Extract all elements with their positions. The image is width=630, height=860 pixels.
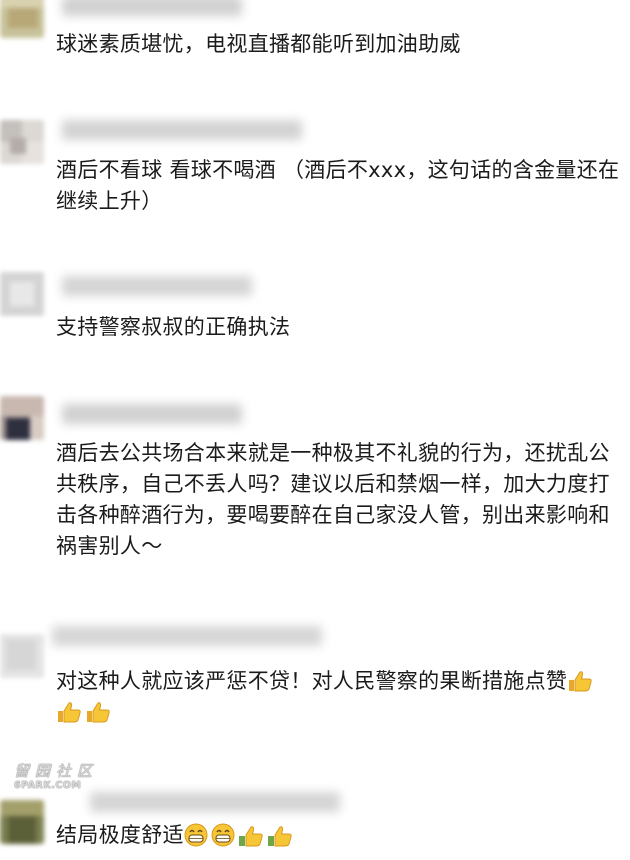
comment-item: 支持警察叔叔的正确执法 bbox=[0, 262, 630, 352]
comment-text: 球迷素质堪忧，电视直播都能听到加油助威 bbox=[56, 32, 461, 56]
grinning-face-icon bbox=[211, 823, 235, 847]
username[interactable] bbox=[52, 626, 322, 646]
thumbs-up-icon bbox=[267, 823, 293, 847]
username[interactable] bbox=[62, 404, 242, 424]
username[interactable] bbox=[90, 792, 340, 812]
comment-text: 酒后不看球 看球不喝酒 （酒后不xxx，这句话的含金量还在继续上升） bbox=[56, 158, 620, 213]
comment-item: 酒后不看球 看球不喝酒 （酒后不xxx，这句话的含金量还在继续上升） bbox=[0, 110, 630, 230]
avatar[interactable] bbox=[0, 800, 44, 844]
comment-item: 球迷素质堪忧，电视直播都能听到加油助威 bbox=[0, 0, 630, 70]
comment-body: 结局极度舒适 bbox=[56, 823, 184, 847]
comment-body: 对这种人就应该严惩不贷！对人民警察的果断措施点赞 bbox=[56, 669, 568, 693]
comment-item: 结局极度舒适 bbox=[0, 780, 630, 860]
username[interactable] bbox=[62, 276, 252, 296]
thumbs-up-icon bbox=[238, 823, 264, 847]
thumbs-up-icon bbox=[567, 669, 593, 693]
avatar[interactable] bbox=[0, 396, 44, 440]
grinning-face-icon bbox=[184, 823, 208, 847]
watermark-cn: 留园社区 bbox=[14, 762, 99, 780]
username[interactable] bbox=[62, 120, 302, 140]
username[interactable] bbox=[62, 0, 242, 16]
comment-item: 酒后去公共场合本来就是一种极其不礼貌的行为，还扰乱公共秩序，自己不丢人吗？建议以… bbox=[0, 390, 630, 590]
comment-text: 支持警察叔叔的正确执法 bbox=[56, 315, 291, 339]
avatar[interactable] bbox=[0, 120, 44, 164]
comment-item: 对这种人就应该严惩不贷！对人民警察的果断措施点赞 bbox=[0, 620, 630, 740]
comment-text: 结局极度舒适 bbox=[56, 820, 622, 851]
avatar[interactable] bbox=[0, 0, 44, 38]
thumbs-up-icon bbox=[85, 700, 111, 724]
thumbs-up-icon bbox=[56, 700, 82, 724]
avatar[interactable] bbox=[0, 634, 44, 678]
comment-text: 对这种人就应该严惩不贷！对人民警察的果断措施点赞 bbox=[56, 666, 622, 728]
avatar[interactable] bbox=[0, 272, 44, 316]
comment-text: 酒后去公共场合本来就是一种极其不礼貌的行为，还扰乱公共秩序，自己不丢人吗？建议以… bbox=[56, 441, 610, 558]
